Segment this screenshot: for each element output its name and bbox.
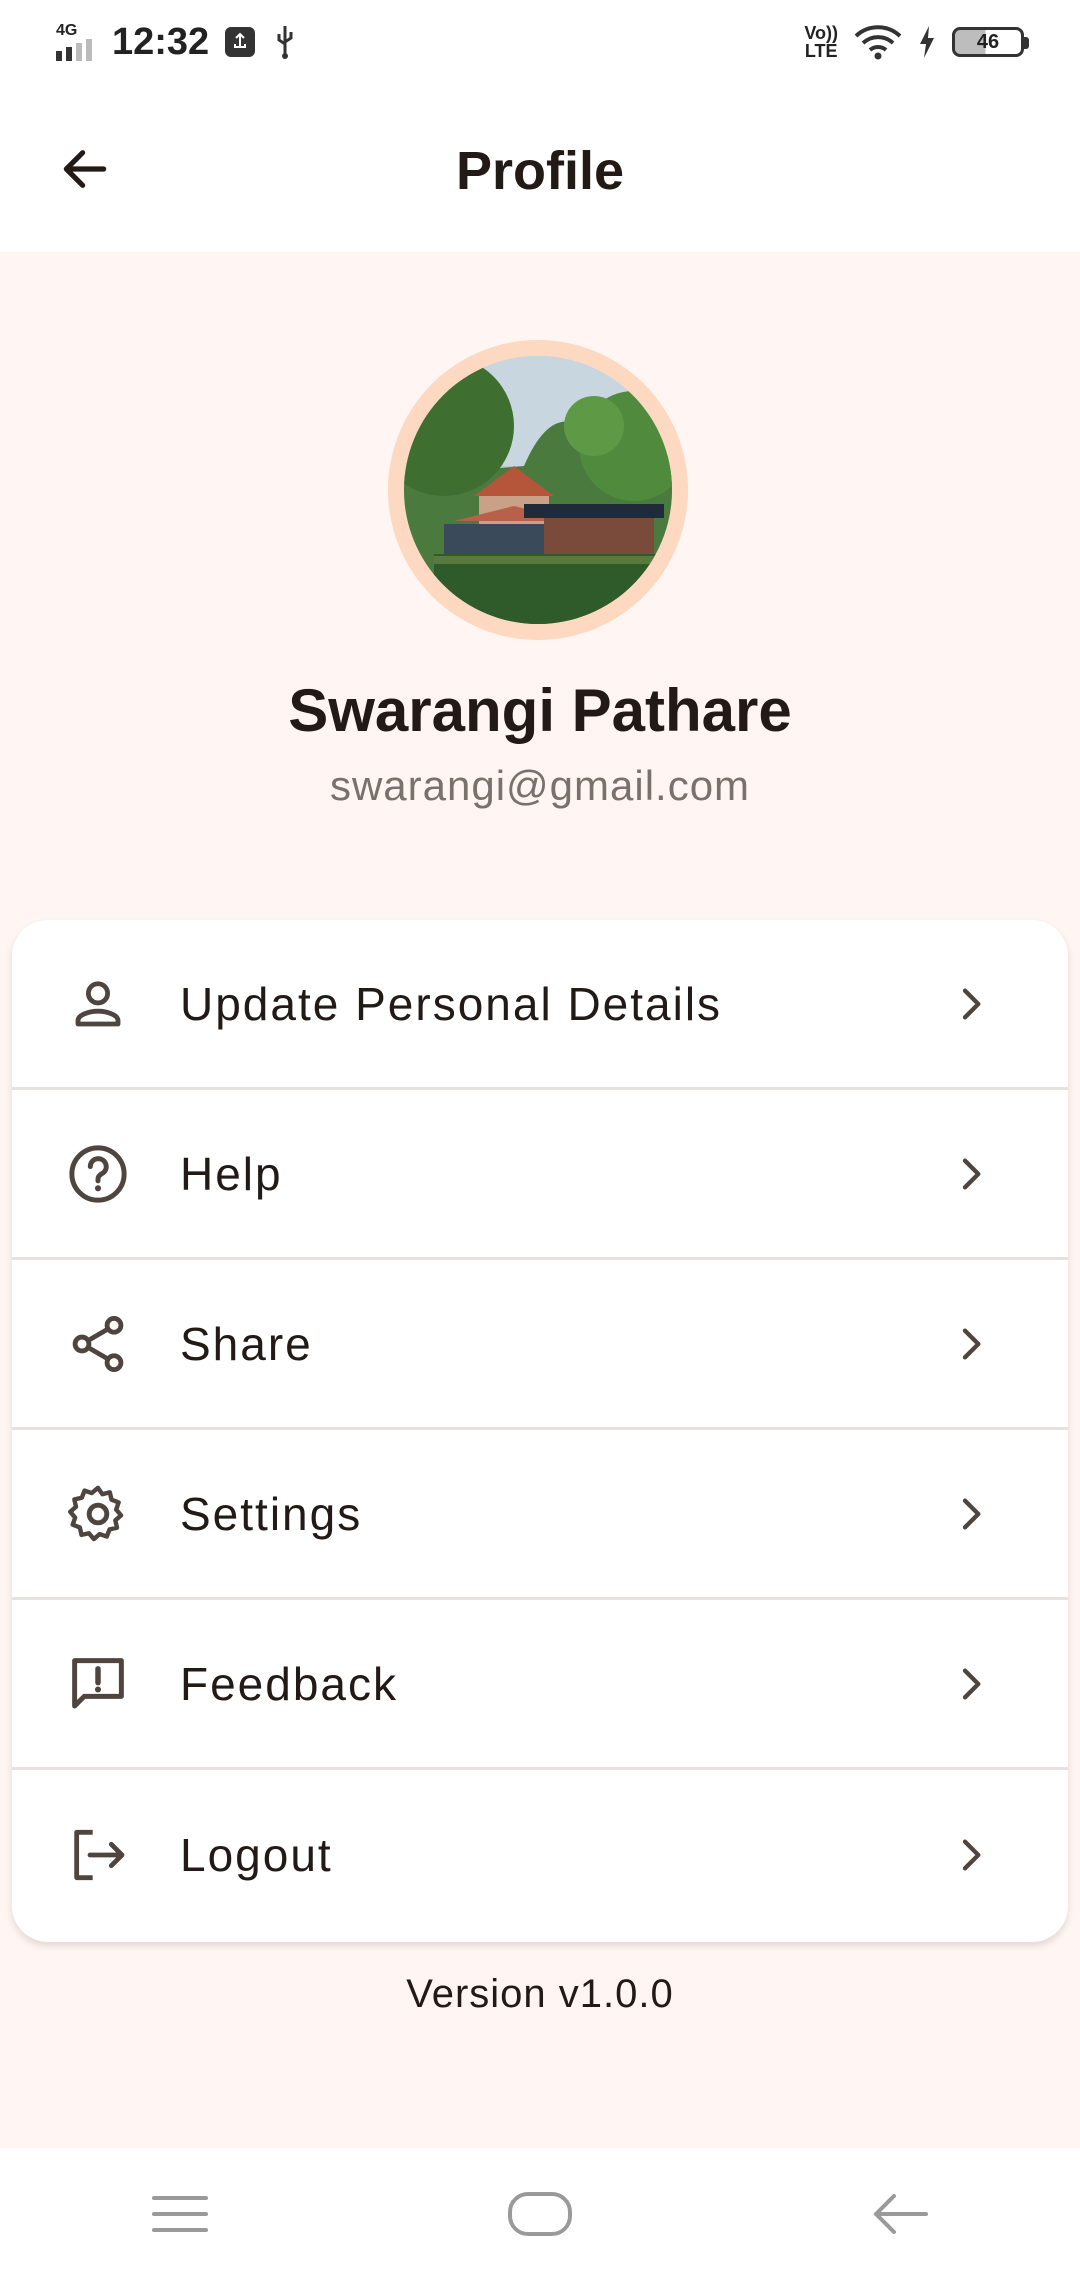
network-type: 4G: [56, 22, 78, 39]
signal-indicator: 4G: [56, 23, 96, 61]
usb-icon: [277, 26, 293, 59]
profile-email: swarangi@gmail.com: [329, 762, 751, 809]
gear-icon: [62, 1478, 134, 1550]
menu-item-share[interactable]: Share: [12, 1260, 1068, 1430]
menu-item-settings[interactable]: Settings: [12, 1430, 1068, 1600]
profile-name: Swarangi Pathare: [288, 677, 792, 744]
status-time: 12:32: [112, 20, 210, 63]
share-icon: [62, 1308, 134, 1380]
menu-item-update-personal-details[interactable]: Update Personal Details: [12, 920, 1068, 1090]
status-right: Vo)) LTE 46: [804, 24, 1029, 60]
menu-label: Update Personal Details: [180, 977, 723, 1030]
app-version: Version v1.0.0: [406, 1972, 674, 2016]
menu-item-help[interactable]: Help: [12, 1090, 1068, 1260]
back-arrow-icon: [874, 2194, 928, 2234]
volte-top: Vo)): [804, 23, 838, 43]
help-circle-icon: [62, 1138, 134, 1210]
menu-label: Feedback: [180, 1657, 399, 1710]
charging-icon: [920, 26, 934, 58]
home-pill-icon: [508, 2192, 572, 2236]
app-bar: Profile: [0, 84, 1080, 252]
menu-lines-icon: [152, 2196, 208, 2232]
battery-indicator: 46: [952, 27, 1029, 57]
status-bar: 4G 12:32 Vo)) LTE 46: [0, 0, 1080, 84]
chevron-right-icon: [946, 1660, 994, 1708]
volte-bottom: LTE: [804, 41, 838, 61]
menu-label: Share: [180, 1317, 313, 1370]
menu-label: Help: [180, 1147, 283, 1200]
nav-back-button[interactable]: [840, 2174, 960, 2254]
chevron-right-icon: [946, 1831, 994, 1879]
recents-button[interactable]: [120, 2174, 240, 2254]
wifi-icon: [854, 25, 902, 60]
person-icon: [62, 968, 134, 1040]
avatar-ring: [388, 340, 688, 640]
feedback-icon: [62, 1648, 134, 1720]
avatar[interactable]: [404, 356, 672, 624]
system-nav-bar: [0, 2148, 1080, 2280]
usb-debug-icon: [225, 27, 256, 57]
menu-item-logout[interactable]: Logout: [12, 1770, 1068, 1940]
menu-card: Update Personal Details Help Share Setti…: [12, 920, 1068, 1942]
menu-label: Logout: [180, 1829, 333, 1881]
home-button[interactable]: [480, 2174, 600, 2254]
menu-item-feedback[interactable]: Feedback: [12, 1600, 1068, 1770]
page-title: Profile: [455, 141, 625, 201]
chevron-right-icon: [946, 1490, 994, 1538]
chevron-right-icon: [946, 1150, 994, 1198]
avatar-photo: [404, 356, 672, 624]
chevron-right-icon: [946, 980, 994, 1028]
menu-label: Settings: [180, 1487, 363, 1540]
chevron-right-icon: [946, 1320, 994, 1368]
signal-bars-icon: [56, 39, 92, 61]
battery-level: 46: [976, 30, 1000, 53]
status-left: 4G 12:32: [56, 21, 299, 64]
volte-indicator: Vo)) LTE: [804, 24, 838, 60]
logout-icon: [62, 1819, 134, 1891]
